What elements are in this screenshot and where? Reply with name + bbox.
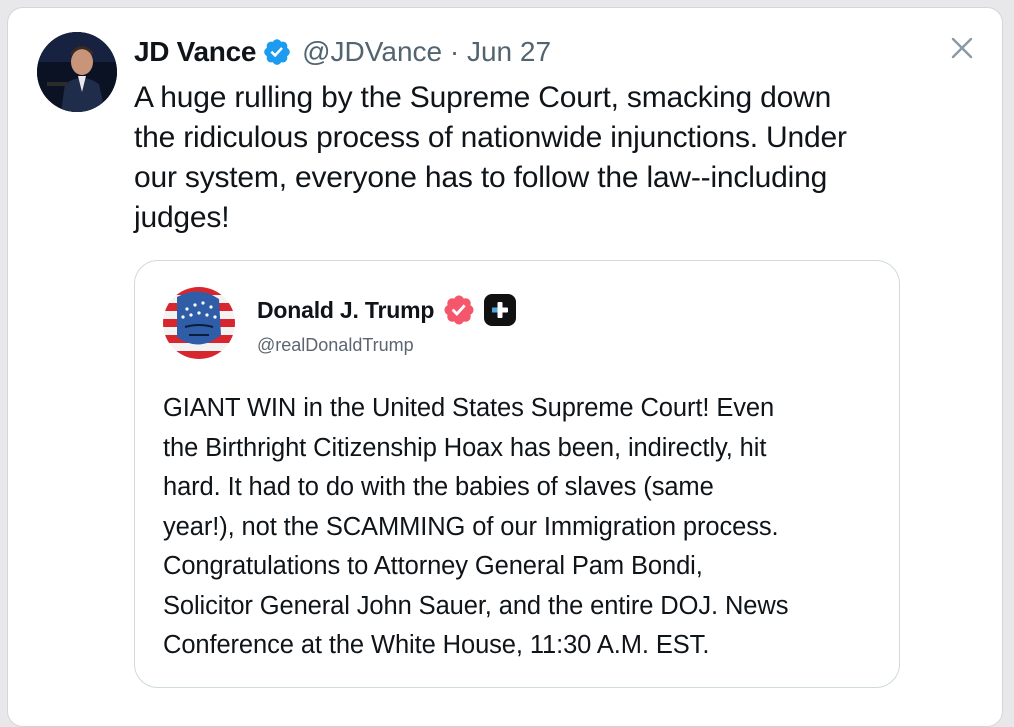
quoted-author-name[interactable]: Donald J. Trump: [257, 297, 434, 324]
close-icon[interactable]: [948, 34, 976, 62]
verified-badge-icon: [264, 39, 290, 65]
tweet-text: A huge rulling by the Supreme Court, sma…: [134, 81, 847, 234]
tweet-header: JD Vance @JDVance · Jun 27: [134, 32, 551, 72]
author-avatar[interactable]: [37, 32, 117, 112]
quoted-author-row: Donald J. Trump: [257, 293, 517, 327]
author-name[interactable]: JD Vance: [134, 36, 256, 68]
quoted-author-avatar[interactable]: [163, 287, 235, 359]
quoted-author-handle[interactable]: @realDonaldTrump: [257, 335, 414, 356]
handle-and-date[interactable]: @JDVance · Jun 27: [302, 36, 551, 68]
plus-badge-icon: [484, 294, 517, 326]
verified-badge-icon: [444, 295, 474, 325]
quoted-post-text: GIANT WIN in the United States Supreme C…: [163, 394, 789, 659]
tweet-card[interactable]: JD Vance @JDVance · Jun 27 A huge rullin…: [7, 7, 1003, 727]
quoted-post[interactable]: Donald J. Trump @realDonaldTrump GIANT W…: [134, 260, 900, 688]
